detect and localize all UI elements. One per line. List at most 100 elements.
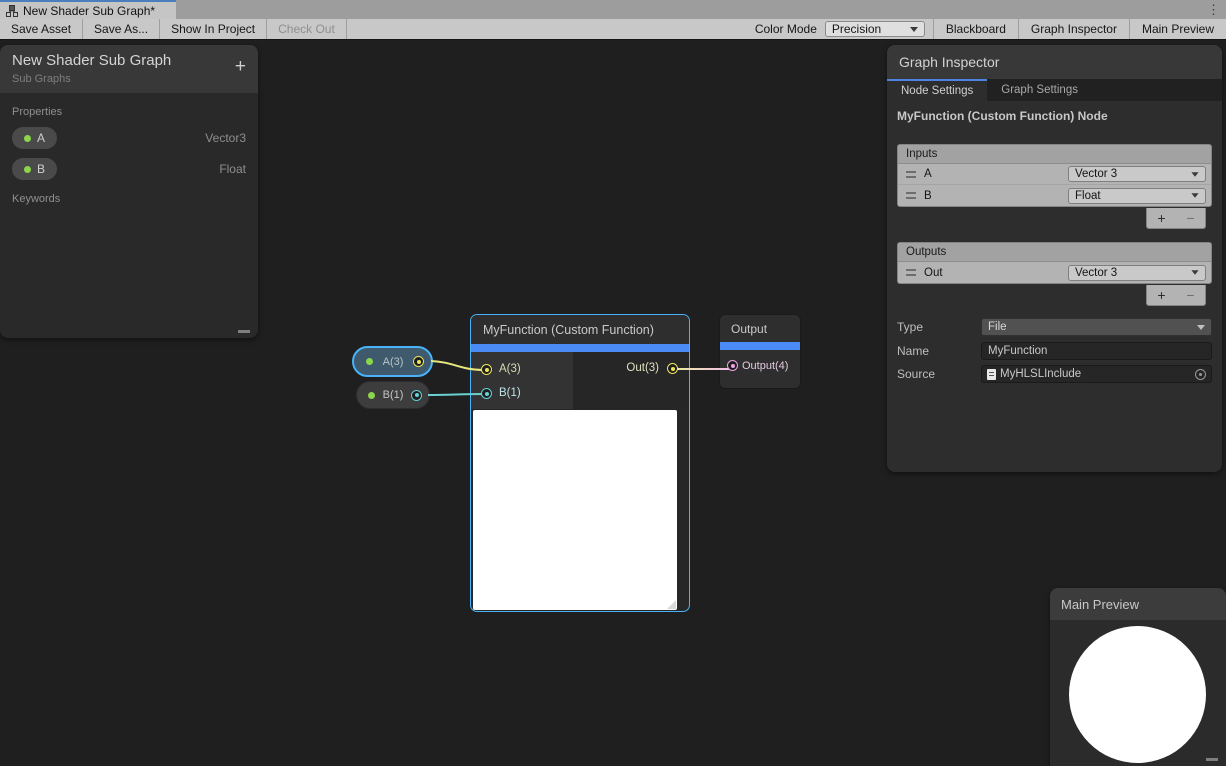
chevron-down-icon xyxy=(1191,193,1198,198)
keywords-section-label: Keywords xyxy=(12,193,246,205)
property-b-type: Float xyxy=(219,162,246,176)
show-in-project-button[interactable]: Show In Project xyxy=(160,19,267,39)
add-input-button[interactable]: + xyxy=(1147,208,1176,228)
save-asset-button[interactable]: Save Asset xyxy=(0,19,83,39)
drag-handle-icon[interactable] xyxy=(906,192,916,199)
node-settings-heading: MyFunction (Custom Function) Node xyxy=(897,109,1108,123)
blackboard-resize-handle[interactable] xyxy=(238,330,250,333)
blackboard-property-a[interactable]: A Vector3 xyxy=(12,127,246,149)
exposed-property-dot-icon xyxy=(368,392,375,399)
graph-inspector-panel: Graph Inspector Node Settings Graph Sett… xyxy=(887,45,1222,472)
object-picker-icon[interactable] xyxy=(1195,369,1206,380)
graph-inspector-tabs: Node Settings Graph Settings xyxy=(887,79,1222,101)
type-dropdown[interactable]: File xyxy=(981,318,1212,336)
property-a-name: A xyxy=(37,131,45,145)
type-field-row: Type File xyxy=(897,318,1212,336)
input-port-a-label: A(3) xyxy=(499,363,521,375)
output-node-input-port[interactable] xyxy=(727,360,738,371)
type-label: Type xyxy=(897,320,981,334)
check-out-button: Check Out xyxy=(267,19,347,39)
property-a-type: Vector3 xyxy=(205,131,246,145)
property-node-b-output-port[interactable] xyxy=(411,390,422,401)
output-port-out-label: Out(3) xyxy=(626,362,659,374)
tab-new-shader-sub-graph[interactable]: New Shader Sub Graph* xyxy=(0,0,176,19)
inputs-row-a[interactable]: A Vector 3 xyxy=(898,164,1211,185)
property-node-a[interactable]: A(3) xyxy=(352,346,433,377)
graph-inspector-toggle-button[interactable]: Graph Inspector xyxy=(1018,19,1129,39)
color-mode-selected-value: Precision xyxy=(832,22,881,36)
inputs-list-header: Inputs xyxy=(898,145,1211,164)
input-port-b[interactable] xyxy=(481,388,492,399)
drag-handle-icon[interactable] xyxy=(906,269,916,276)
remove-output-button[interactable]: − xyxy=(1176,285,1205,305)
file-icon xyxy=(987,369,996,380)
output-node-title[interactable]: Output xyxy=(720,315,800,342)
tab-node-settings[interactable]: Node Settings xyxy=(887,79,987,101)
chevron-down-icon xyxy=(1197,325,1205,330)
source-value: MyHLSLInclude xyxy=(1000,368,1081,380)
add-property-button[interactable]: + xyxy=(235,57,246,76)
property-node-b[interactable]: B(1) xyxy=(356,381,430,409)
preview-sphere xyxy=(1069,626,1206,763)
add-output-button[interactable]: + xyxy=(1147,285,1176,305)
input-a-type-dropdown[interactable]: Vector 3 xyxy=(1068,166,1206,182)
outputs-list: Outputs Out Vector 3 xyxy=(897,242,1212,284)
node-precision-accent-bar xyxy=(720,342,800,350)
tab-graph-settings[interactable]: Graph Settings xyxy=(987,79,1092,101)
source-object-field[interactable]: MyHLSLInclude xyxy=(981,365,1212,383)
kebab-menu-icon[interactable]: ⋮ xyxy=(1207,1,1220,18)
drag-handle-icon[interactable] xyxy=(906,171,916,178)
color-mode-label: Color Mode xyxy=(747,22,825,36)
outputs-row-out[interactable]: Out Vector 3 xyxy=(898,262,1211,283)
input-b-type-dropdown[interactable]: Float xyxy=(1068,188,1206,204)
property-pill-a[interactable]: A xyxy=(12,127,57,149)
shadergraph-icon xyxy=(6,5,18,17)
function-name-input[interactable] xyxy=(981,342,1212,360)
chevron-down-icon xyxy=(910,27,918,32)
input-port-a[interactable] xyxy=(481,364,492,375)
main-preview-resize-handle[interactable] xyxy=(1206,758,1218,761)
node-preview-resize-handle[interactable] xyxy=(667,600,676,609)
output-node[interactable]: Output Output(4) xyxy=(719,314,801,389)
input-a-name: A xyxy=(924,168,932,180)
property-pill-b[interactable]: B xyxy=(12,158,57,180)
output-out-name: Out xyxy=(924,267,943,279)
output-out-type-value: Vector 3 xyxy=(1075,267,1117,279)
chevron-down-icon xyxy=(1191,172,1198,177)
graph-inspector-title[interactable]: Graph Inspector xyxy=(887,45,1222,79)
output-port-out[interactable] xyxy=(667,363,678,374)
blackboard-panel: New Shader Sub Graph Sub Graphs + Proper… xyxy=(0,45,258,338)
input-b-type-value: Float xyxy=(1075,190,1101,202)
input-ports-column xyxy=(471,352,573,409)
color-mode-dropdown[interactable]: Precision xyxy=(825,21,925,37)
property-node-a-label: A(3) xyxy=(379,356,408,368)
chevron-down-icon xyxy=(1191,270,1198,275)
inputs-list: Inputs A Vector 3 B Float xyxy=(897,144,1212,207)
node-preview xyxy=(473,410,677,610)
output-out-type-dropdown[interactable]: Vector 3 xyxy=(1068,265,1206,281)
property-node-b-label: B(1) xyxy=(379,389,408,401)
tab-title: New Shader Sub Graph* xyxy=(23,4,155,18)
window-tab-bar: New Shader Sub Graph* ⋮ xyxy=(0,0,1226,19)
name-field-row: Name xyxy=(897,342,1212,360)
main-preview-title[interactable]: Main Preview xyxy=(1050,588,1226,620)
exposed-property-dot-icon xyxy=(24,166,31,173)
blackboard-toggle-button[interactable]: Blackboard xyxy=(933,19,1018,39)
outputs-list-buttons: + − xyxy=(1146,285,1206,306)
name-label: Name xyxy=(897,344,981,358)
remove-input-button[interactable]: − xyxy=(1176,208,1205,228)
blackboard-header[interactable]: New Shader Sub Graph Sub Graphs + xyxy=(0,45,258,93)
save-as-button[interactable]: Save As... xyxy=(83,19,160,39)
custom-function-node-title[interactable]: MyFunction (Custom Function) xyxy=(471,315,689,344)
property-node-a-output-port[interactable] xyxy=(413,356,424,367)
source-label: Source xyxy=(897,367,981,381)
outputs-list-header: Outputs xyxy=(898,243,1211,262)
main-preview-panel: Main Preview xyxy=(1050,588,1226,766)
blackboard-subtitle: Sub Graphs xyxy=(12,73,246,85)
inputs-row-b[interactable]: B Float xyxy=(898,185,1211,206)
custom-function-node[interactable]: MyFunction (Custom Function) A(3) B(1) O… xyxy=(470,314,690,612)
exposed-property-dot-icon xyxy=(24,135,31,142)
source-field-row: Source MyHLSLInclude xyxy=(897,365,1212,383)
blackboard-property-b[interactable]: B Float xyxy=(12,158,246,180)
main-preview-toggle-button[interactable]: Main Preview xyxy=(1129,19,1226,39)
